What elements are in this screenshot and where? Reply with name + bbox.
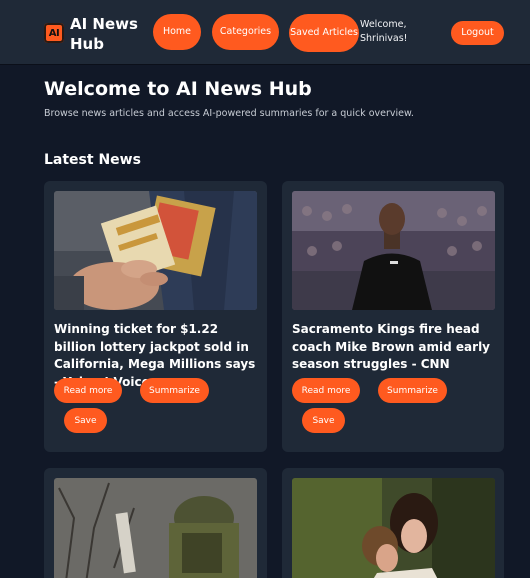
article-image-couple[interactable]	[292, 478, 495, 578]
news-card: Sacramento Kings fire head coach Mike Br…	[282, 181, 504, 452]
save-button[interactable]: Save	[302, 408, 345, 433]
nav-home-button[interactable]: Home	[153, 14, 201, 50]
page-title: Welcome to AI News Hub	[44, 78, 312, 100]
top-navbar: AI AI News Hub Home Categories Saved Art…	[0, 0, 530, 64]
section-title-latest-news: Latest News	[44, 152, 141, 168]
read-more-button[interactable]: Read more	[292, 378, 360, 403]
nav-categories-button[interactable]: Categories	[212, 14, 279, 50]
news-card	[282, 468, 504, 578]
page-subtitle: Browse news articles and access AI-power…	[44, 108, 414, 119]
article-image-coach[interactable]	[292, 191, 495, 310]
summarize-button[interactable]: Summarize	[140, 378, 209, 403]
nav-saved-articles-button[interactable]: Saved Articles	[289, 14, 359, 52]
brand[interactable]: AI AI News Hub	[44, 14, 140, 54]
article-image-lottery[interactable]	[54, 191, 257, 310]
ai-logo-icon: AI	[44, 23, 64, 43]
news-card	[44, 468, 267, 578]
logout-button[interactable]: Logout	[451, 21, 504, 45]
news-card: Winning ticket for $1.22 billion lottery…	[44, 181, 267, 452]
brand-name: AI News Hub	[70, 15, 138, 53]
article-image-soldier[interactable]	[54, 478, 257, 578]
read-more-button[interactable]: Read more	[54, 378, 122, 403]
welcome-message: Welcome, Shrinivas!	[360, 19, 408, 44]
summarize-button[interactable]: Summarize	[378, 378, 447, 403]
page: AI AI News Hub Home Categories Saved Art…	[0, 0, 530, 578]
article-title[interactable]: Sacramento Kings fire head coach Mike Br…	[292, 321, 497, 374]
save-button[interactable]: Save	[64, 408, 107, 433]
